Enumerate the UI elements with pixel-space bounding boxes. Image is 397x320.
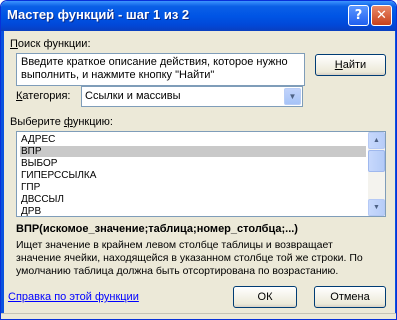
list-item-selected[interactable]: ВПР xyxy=(20,146,366,157)
close-button[interactable]: ✕ xyxy=(371,5,392,26)
function-wizard-dialog: Мастер функций - шаг 1 из 2 ? ✕ Поиск фу… xyxy=(0,0,397,320)
close-icon: ✕ xyxy=(376,8,387,23)
chevron-down-icon[interactable]: ▼ xyxy=(284,88,301,105)
scroll-thumb[interactable] xyxy=(368,150,385,172)
list-item[interactable]: ДВССЫЛ xyxy=(20,194,64,205)
functions-label-hotkey: ф xyxy=(63,116,73,128)
category-select-value: Ссылки и массивы xyxy=(85,90,181,102)
list-item[interactable]: ГИПЕРССЫЛКА xyxy=(20,170,96,181)
find-button-hotkey: Н xyxy=(334,59,343,71)
window-title: Мастер функций - шаг 1 из 2 xyxy=(7,7,190,22)
help-icon: ? xyxy=(354,8,363,23)
list-item[interactable]: АДРЕС xyxy=(20,134,55,145)
find-button-label: айти xyxy=(342,59,367,71)
list-item[interactable]: ГПР xyxy=(20,182,40,193)
search-label-text: оиск функции: xyxy=(17,38,91,50)
help-button[interactable]: ? xyxy=(348,5,369,26)
function-list[interactable]: АДРЕС ВПР ВЫБОР ГИПЕРССЫЛКА ГПР ДВССЫЛ Д… xyxy=(16,131,386,217)
list-item[interactable]: ДРВ xyxy=(20,206,41,216)
category-label: Категория: xyxy=(16,90,71,102)
search-label-hotkey: П xyxy=(10,38,18,50)
cancel-button[interactable]: Отмена xyxy=(314,286,386,308)
title-bar[interactable]: Мастер функций - шаг 1 из 2 ? ✕ xyxy=(1,1,396,31)
category-select[interactable]: Ссылки и массивы ▼ xyxy=(81,86,303,107)
category-label-text: атегория: xyxy=(22,90,71,102)
functions-label: Выберите функцию: xyxy=(10,116,113,128)
list-scrollbar[interactable]: ▲ ▼ xyxy=(368,132,385,216)
functions-label-prefix: Выберите xyxy=(10,116,64,128)
scroll-down-icon[interactable]: ▼ xyxy=(368,199,385,216)
ok-button[interactable]: ОК xyxy=(233,286,297,308)
functions-label-text: ункцию: xyxy=(72,116,113,128)
list-item[interactable]: ВЫБОР xyxy=(20,158,57,169)
find-button[interactable]: Найти xyxy=(315,54,386,76)
function-help-link[interactable]: Справка по этой функции xyxy=(8,291,139,303)
function-signature: ВПР(искомое_значение;таблица;номер_столб… xyxy=(16,223,298,235)
scroll-up-icon[interactable]: ▲ xyxy=(368,132,385,149)
search-input[interactable]: Введите краткое описание действия, котор… xyxy=(16,53,305,86)
background-sheet-strip xyxy=(1,313,396,319)
search-label: Поиск функции: xyxy=(10,38,91,50)
function-description: Ищет значение в крайнем левом столбце та… xyxy=(16,239,363,277)
